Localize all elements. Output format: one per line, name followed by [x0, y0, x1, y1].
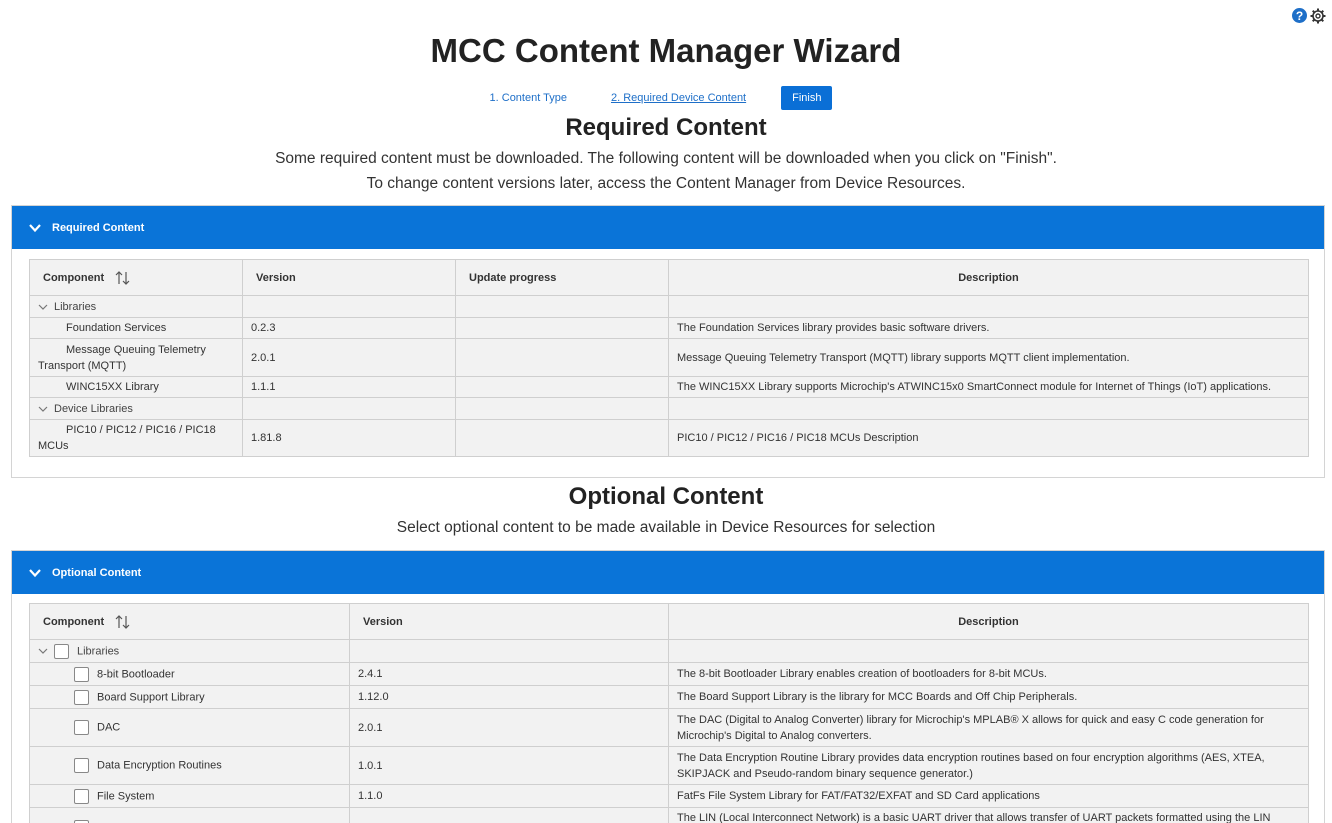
component-cell: Foundation Services — [30, 318, 243, 339]
version-cell — [350, 808, 669, 823]
required-table: Component Version Update progress Descri… — [29, 259, 1309, 457]
table-row[interactable]: PIC10 / PIC12 / PIC16 / PIC18 MCUs 1.81.… — [30, 420, 1309, 457]
table-row[interactable]: WINC15XX Library 1.1.1 The WINC15XX Libr… — [30, 377, 1309, 398]
chevron-down-icon — [28, 566, 42, 580]
column-header-component[interactable]: Component — [30, 604, 350, 640]
table-row[interactable]: Data Encryption Routines 1.0.1 The Data … — [30, 747, 1309, 785]
progress-cell — [456, 318, 669, 339]
component-cell: DAC — [30, 709, 350, 747]
table-row[interactable]: File System 1.1.0 FatFs File System Libr… — [30, 785, 1309, 808]
required-panel-title: Required Content — [52, 222, 144, 234]
checkbox[interactable] — [74, 789, 89, 804]
component-cell — [30, 808, 350, 823]
component-cell: PIC10 / PIC12 / PIC16 / PIC18 MCUs — [30, 420, 243, 457]
component-cell: 8-bit Bootloader — [30, 663, 350, 686]
description-cell: PIC10 / PIC12 / PIC16 / PIC18 MCUs Descr… — [669, 420, 1309, 457]
optional-heading: Optional Content — [0, 483, 1332, 511]
description-cell: FatFs File System Library for FAT/FAT32/… — [669, 785, 1309, 808]
column-header-version[interactable]: Version — [243, 260, 456, 296]
progress-cell — [456, 377, 669, 398]
optional-panel-header[interactable]: Optional Content — [12, 551, 1324, 594]
component-cell: Board Support Library — [30, 686, 350, 709]
checkbox[interactable] — [74, 690, 89, 705]
column-header-description[interactable]: Description — [669, 604, 1309, 640]
gear-icon[interactable] — [1310, 8, 1326, 24]
progress-cell — [456, 420, 669, 457]
wizard-steps: 1. Content Type 2. Required Device Conte… — [0, 86, 1332, 110]
component-cell: Message Queuing Telemetry Transport (MQT… — [30, 339, 243, 377]
checkbox[interactable] — [74, 720, 89, 735]
chevron-down-icon — [28, 221, 42, 235]
description-cell: The Board Support Library is the library… — [669, 686, 1309, 709]
required-heading: Required Content — [0, 114, 1332, 142]
sort-icon[interactable] — [115, 271, 130, 285]
version-cell: 1.12.0 — [350, 686, 669, 709]
description-cell: The WINC15XX Library supports Microchip'… — [669, 377, 1309, 398]
version-cell: 2.4.1 — [350, 663, 669, 686]
column-header-description[interactable]: Description — [669, 260, 1309, 296]
checkbox[interactable] — [74, 667, 89, 682]
table-row[interactable]: The LIN (Local Interconnect Network) is … — [30, 808, 1309, 823]
column-header-update-progress[interactable]: Update progress — [456, 260, 669, 296]
table-row[interactable]: 8-bit Bootloader 2.4.1 The 8-bit Bootloa… — [30, 663, 1309, 686]
table-row[interactable]: Foundation Services 0.2.3 The Foundation… — [30, 318, 1309, 339]
chevron-down-icon[interactable] — [38, 404, 48, 414]
component-cell: File System — [30, 785, 350, 808]
version-cell: 2.0.1 — [350, 709, 669, 747]
help-icon[interactable]: ? — [1292, 8, 1307, 23]
component-cell: WINC15XX Library — [30, 377, 243, 398]
chevron-down-icon[interactable] — [38, 646, 48, 656]
group-row-libraries[interactable]: Libraries — [30, 296, 1309, 318]
chevron-down-icon[interactable] — [38, 302, 48, 312]
group-row-libraries[interactable]: Libraries — [30, 640, 1309, 663]
top-right-icons: ? — [1292, 8, 1326, 24]
required-panel-header[interactable]: Required Content — [12, 206, 1324, 249]
required-content-panel: Required Content Component Version Updat… — [11, 205, 1325, 478]
optional-panel-title: Optional Content — [52, 567, 141, 579]
required-description-line1: Some required content must be downloaded… — [0, 147, 1332, 171]
description-cell: The LIN (Local Interconnect Network) is … — [669, 808, 1309, 823]
finish-button[interactable]: Finish — [781, 86, 832, 110]
optional-description: Select optional content to be made avail… — [0, 516, 1332, 540]
description-cell: Message Queuing Telemetry Transport (MQT… — [669, 339, 1309, 377]
description-cell: The Data Encryption Routine Library prov… — [669, 747, 1309, 785]
checkbox[interactable] — [54, 644, 69, 659]
checkbox[interactable] — [74, 758, 89, 773]
step-content-type[interactable]: 1. Content Type — [490, 92, 567, 104]
table-row[interactable]: Message Queuing Telemetry Transport (MQT… — [30, 339, 1309, 377]
table-row[interactable]: Board Support Library 1.12.0 The Board S… — [30, 686, 1309, 709]
column-header-component[interactable]: Component — [30, 260, 243, 296]
table-row[interactable]: DAC 2.0.1 The DAC (Digital to Analog Con… — [30, 709, 1309, 747]
description-cell: The 8-bit Bootloader Library enables cre… — [669, 663, 1309, 686]
progress-cell — [456, 339, 669, 377]
group-row-device-libraries[interactable]: Device Libraries — [30, 398, 1309, 420]
column-header-version[interactable]: Version — [350, 604, 669, 640]
optional-table: Component Version Description Libraries … — [29, 603, 1309, 823]
component-cell: Data Encryption Routines — [30, 747, 350, 785]
version-cell: 1.1.0 — [350, 785, 669, 808]
sort-icon[interactable] — [115, 615, 130, 629]
page-title: MCC Content Manager Wizard — [0, 32, 1332, 70]
version-cell: 1.1.1 — [243, 377, 456, 398]
optional-content-panel: Optional Content Component Version Descr… — [11, 550, 1325, 823]
description-cell: The DAC (Digital to Analog Converter) li… — [669, 709, 1309, 747]
version-cell: 0.2.3 — [243, 318, 456, 339]
description-cell: The Foundation Services library provides… — [669, 318, 1309, 339]
required-description-line2: To change content versions later, access… — [0, 172, 1332, 196]
version-cell: 1.0.1 — [350, 747, 669, 785]
version-cell: 1.81.8 — [243, 420, 456, 457]
step-required-device-content[interactable]: 2. Required Device Content — [611, 92, 746, 104]
version-cell: 2.0.1 — [243, 339, 456, 377]
